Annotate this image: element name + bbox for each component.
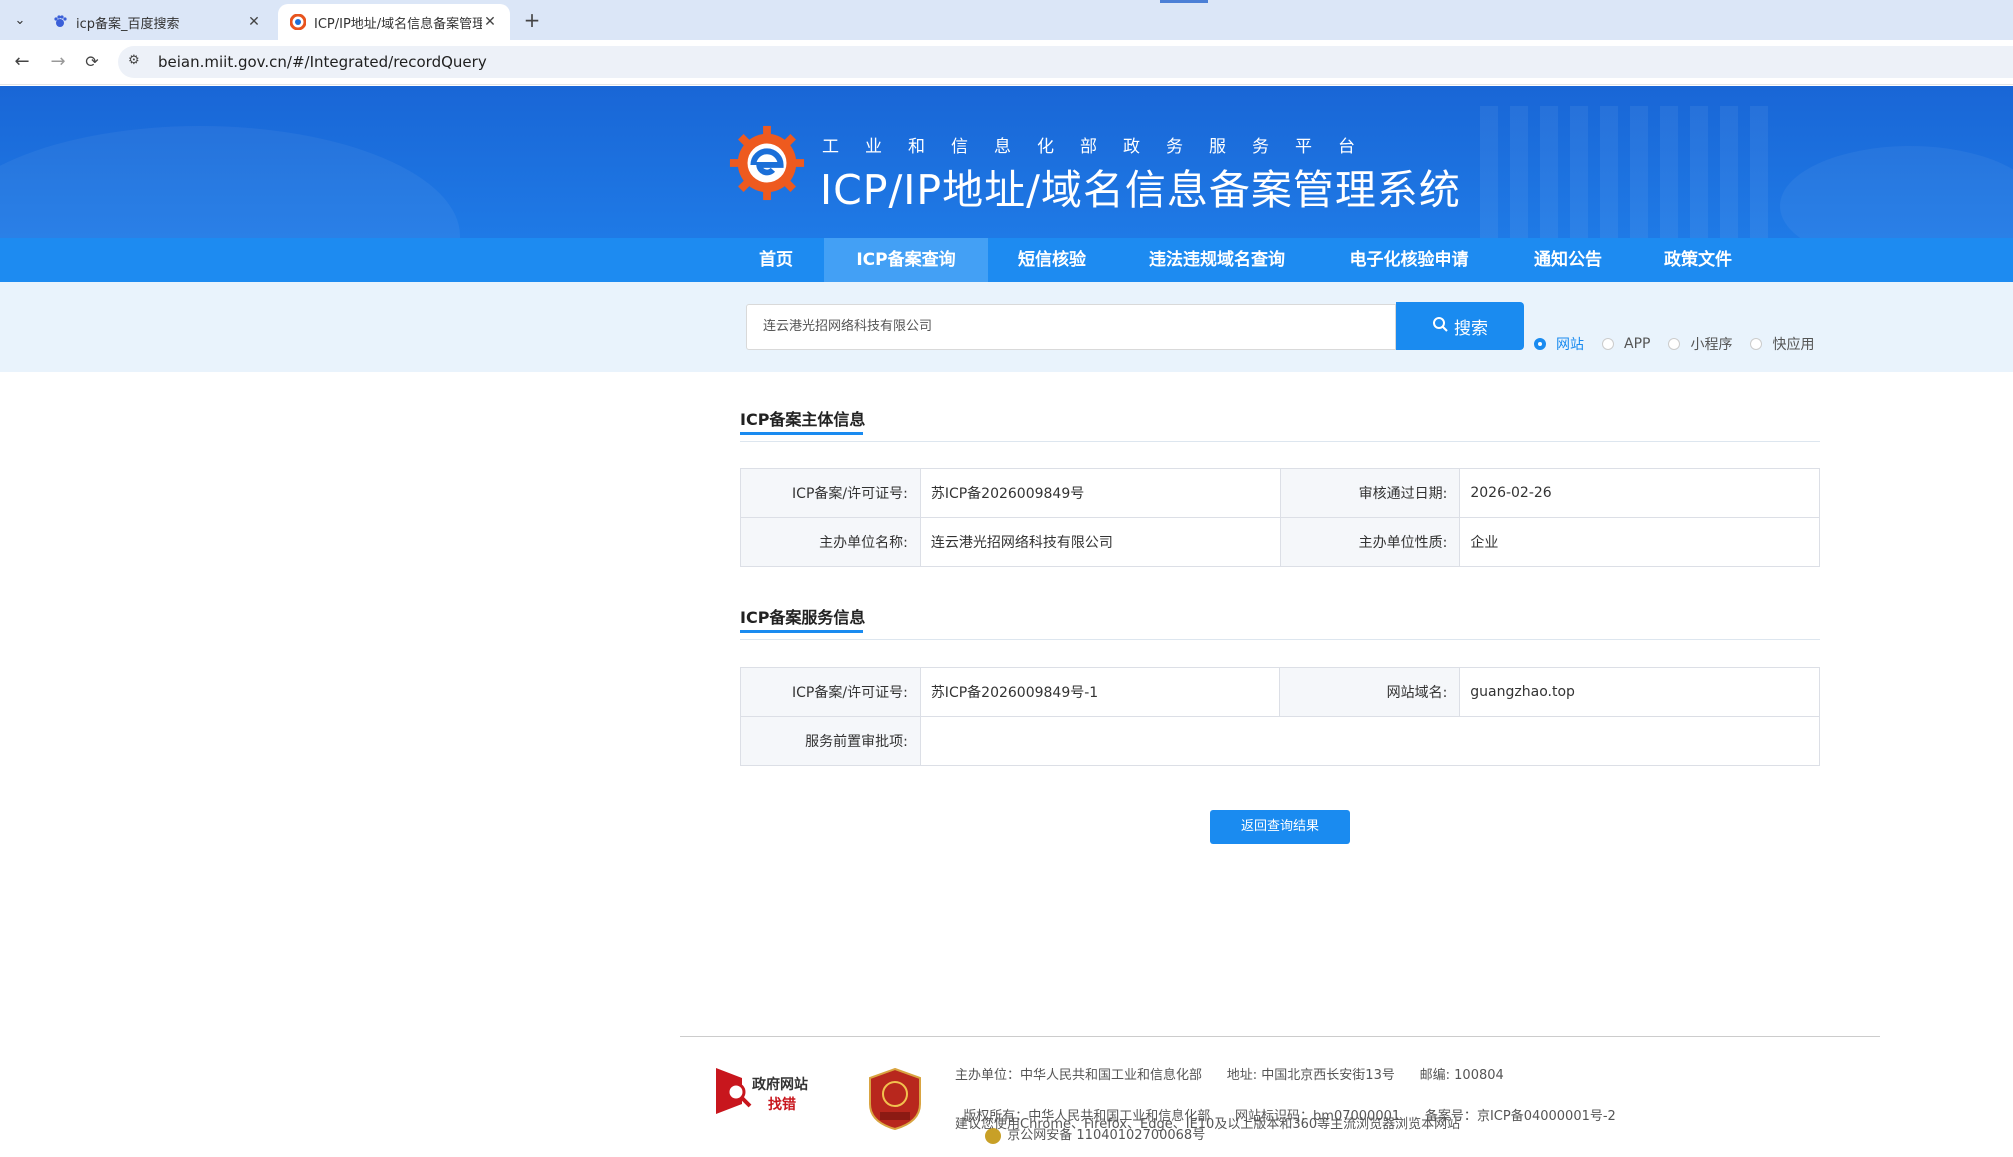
approval-date-label: 审核通过日期: <box>1279 468 1461 518</box>
close-tab-icon[interactable]: ✕ <box>482 14 498 30</box>
search-icon <box>1432 316 1448 337</box>
radio-label: 网站 <box>1556 337 1584 353</box>
org-nature-value: 企业 <box>1459 517 1820 567</box>
table-row: ICP备案/许可证号: 苏ICP备2026009849号-1 网站域名: gua… <box>740 667 1820 717</box>
search-button[interactable]: 搜索 <box>1396 302 1524 350</box>
tab-title: icp备案_百度搜索 <box>76 16 180 32</box>
domain-value: guangzhao.top <box>1459 667 1820 717</box>
nav-home[interactable]: 首页 <box>740 238 812 282</box>
radio-quickapp[interactable]: 快应用 <box>1750 334 1814 354</box>
radio-label: 小程序 <box>1690 337 1733 353</box>
browser-tab-baidu[interactable]: icp备案_百度搜索 ✕ <box>40 4 274 40</box>
radio-checked-icon <box>1534 338 1546 350</box>
org-name-label: 主办单位名称: <box>740 517 921 567</box>
pre-approval-value <box>919 716 1821 766</box>
banner-decoration <box>1480 106 1780 238</box>
banner-decoration <box>0 126 460 238</box>
url-text: beian.miit.gov.cn/#/Integrated/recordQue… <box>158 53 487 71</box>
table-row: ICP备案/许可证号: 苏ICP备2026009849号 审核通过日期: 202… <box>740 468 1820 518</box>
system-title: ICP/IP地址/域名信息备案管理系统 <box>820 166 1461 214</box>
forward-arrow-icon[interactable]: → <box>46 50 70 74</box>
site-info-icon[interactable]: ⚙ <box>128 53 146 71</box>
footer-browser-tip: 建议您使用Chrome、Firefox、Edge、IE10及以上版本和360等主… <box>955 1117 1461 1132</box>
party-gov-badge-icon[interactable] <box>868 1068 922 1130</box>
footer-host-info: 主办单位：中华人民共和国工业和信息化部 地址: 中国北京西长安街13号 邮编: … <box>955 1068 1504 1083</box>
platform-subtitle: 工业和信息化部政务服务平台 <box>822 137 1381 157</box>
search-button-label: 搜索 <box>1454 318 1488 339</box>
baidu-favicon-icon <box>54 15 67 27</box>
browser-tab-icp[interactable]: ICP/IP地址/域名信息备案管理系 ✕ <box>278 4 510 40</box>
radio-miniprogram[interactable]: 小程序 <box>1668 334 1732 354</box>
section-divider <box>740 639 1820 640</box>
main-nav: 首页 ICP备案查询 短信核验 违法违规域名查询 电子化核验申请 通知公告 政策… <box>0 238 2013 282</box>
banner-decoration <box>1780 146 2013 238</box>
service-info-table: ICP备案/许可证号: 苏ICP备2026009849号-1 网站域名: gua… <box>740 667 1821 766</box>
table-row: 服务前置审批项: <box>740 716 1821 766</box>
radio-app[interactable]: APP <box>1602 336 1650 352</box>
nav-sms-verify[interactable]: 短信核验 <box>1000 238 1104 282</box>
footer-divider <box>680 1036 1880 1037</box>
back-to-results-button[interactable]: 返回查询结果 <box>1210 810 1350 844</box>
find-error-subtitle: 找错 <box>768 1097 796 1113</box>
section-underline <box>740 432 863 435</box>
miit-logo-icon <box>729 125 805 201</box>
org-nature-label: 主办单位性质: <box>1279 517 1461 567</box>
browser-tabstrip: ⌄ icp备案_百度搜索 ✕ ICP/IP地址/域名信息备案管理系 ✕ + <box>0 0 2013 40</box>
search-type-group: 网站 APP 小程序 快应用 <box>1534 334 1832 354</box>
license-label: ICP备案/许可证号: <box>740 468 921 518</box>
tab-search-menu-icon[interactable]: ⌄ <box>8 8 32 32</box>
section-divider <box>740 441 1820 442</box>
radio-label: 快应用 <box>1772 337 1815 353</box>
tab-title: ICP/IP地址/域名信息备案管理系 <box>314 16 482 32</box>
approval-date-value: 2026-02-26 <box>1459 468 1820 518</box>
license-value: 苏ICP备2026009849号 <box>919 468 1281 518</box>
close-tab-icon[interactable]: ✕ <box>246 14 262 30</box>
subject-info-table: ICP备案/许可证号: 苏ICP备2026009849号 审核通过日期: 202… <box>740 468 1820 567</box>
reload-icon[interactable]: ⟳ <box>80 50 104 74</box>
org-name-value: 连云港光招网络科技有限公司 <box>919 517 1281 567</box>
section-underline <box>740 630 863 633</box>
domain-label: 网站域名: <box>1279 667 1461 717</box>
gov-site-find-error-link[interactable]: 政府网站 找错 <box>716 1068 828 1116</box>
find-error-title: 政府网站 <box>752 1077 808 1093</box>
radio-icon <box>1668 338 1681 350</box>
subject-section-title: ICP备案主体信息 <box>740 410 866 429</box>
nav-policy[interactable]: 政策文件 <box>1648 238 1748 282</box>
nav-e-verify[interactable]: 电子化核验申请 <box>1334 238 1484 282</box>
pre-approval-label: 服务前置审批项: <box>740 716 921 766</box>
radio-icon <box>1602 338 1614 350</box>
table-row: 主办单位名称: 连云港光招网络科技有限公司 主办单位性质: 企业 <box>740 517 1820 567</box>
new-tab-icon[interactable]: + <box>520 8 544 32</box>
address-bar: ← → ⟳ ⚙ beian.miit.gov.cn/#/Integrated/r… <box>0 40 2013 85</box>
back-arrow-icon[interactable]: ← <box>10 50 34 74</box>
nav-notices[interactable]: 通知公告 <box>1518 238 1618 282</box>
service-section-title: ICP备案服务信息 <box>740 608 866 627</box>
search-input[interactable]: 连云港光招网络科技有限公司 <box>746 304 1396 350</box>
radio-label: APP <box>1624 336 1651 352</box>
tab-indicator <box>1160 0 1208 3</box>
radio-icon <box>1750 338 1763 350</box>
nav-illegal-domain[interactable]: 违法违规域名查询 <box>1134 238 1300 282</box>
miit-favicon-icon <box>290 14 306 30</box>
nav-icp-query[interactable]: ICP备案查询 <box>824 238 988 282</box>
url-field[interactable]: ⚙ beian.miit.gov.cn/#/Integrated/recordQ… <box>118 46 2013 78</box>
radio-website[interactable]: 网站 <box>1534 334 1584 354</box>
service-license-label: ICP备案/许可证号: <box>740 667 921 717</box>
service-license-value: 苏ICP备2026009849号-1 <box>919 667 1281 717</box>
